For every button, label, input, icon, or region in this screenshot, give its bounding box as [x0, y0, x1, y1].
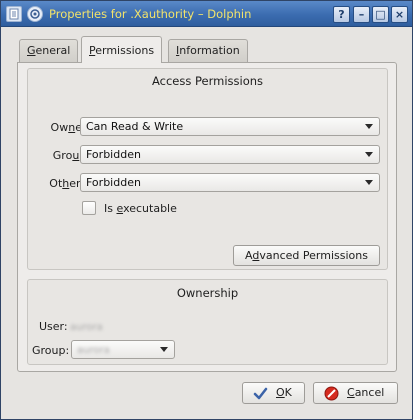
close-button[interactable]: ×	[391, 6, 408, 23]
executable-label[interactable]: Is executable	[104, 202, 177, 215]
chevron-down-icon	[365, 180, 373, 185]
chevron-down-icon	[365, 152, 373, 157]
properties-dialog: Properties for .Xauthority – Dolphin ? –…	[0, 0, 413, 420]
cancel-button[interactable]: Cancel	[313, 382, 398, 404]
group-owner-label: Group:	[32, 344, 70, 357]
access-permissions-title: Access Permissions	[151, 74, 264, 88]
group-owner-select[interactable]: aurora	[71, 340, 175, 359]
user-value: aurora	[70, 322, 103, 333]
ownership-title: Ownership	[176, 286, 239, 300]
window-title: Properties for .Xauthority – Dolphin	[49, 7, 252, 21]
checkmark-icon	[253, 387, 268, 400]
chevron-down-icon	[365, 124, 373, 129]
ownership-group: Ownership User: aurora Group: aurora	[27, 279, 388, 365]
cancel-icon	[324, 386, 339, 401]
keep-on-top-icon[interactable]	[27, 6, 43, 22]
owner-permission-select[interactable]: Can Read & Write	[80, 117, 380, 136]
executable-checkbox[interactable]	[82, 201, 96, 215]
minimize-button[interactable]: –	[353, 6, 370, 23]
group-permission-select[interactable]: Forbidden	[80, 145, 380, 164]
tab-general[interactable]: General	[19, 39, 79, 62]
title-bar[interactable]: Properties for .Xauthority – Dolphin ? –…	[1, 1, 412, 27]
advanced-permissions-button[interactable]: Advanced Permissions	[233, 245, 380, 266]
window-menu-icon[interactable]	[6, 6, 22, 22]
maximize-button[interactable]: □	[372, 6, 389, 23]
ok-button[interactable]: OK	[242, 382, 305, 404]
tab-permissions[interactable]: Permissions	[81, 36, 163, 63]
user-label: User:	[39, 320, 68, 333]
tab-information[interactable]: Information	[168, 39, 248, 62]
permissions-panel: Access Permissions Owner: Can Read & Wri…	[17, 62, 397, 372]
others-permission-select[interactable]: Forbidden	[80, 173, 380, 192]
help-button[interactable]: ?	[333, 6, 350, 23]
access-permissions-group: Access Permissions Owner: Can Read & Wri…	[27, 68, 388, 270]
chevron-down-icon	[160, 347, 168, 352]
